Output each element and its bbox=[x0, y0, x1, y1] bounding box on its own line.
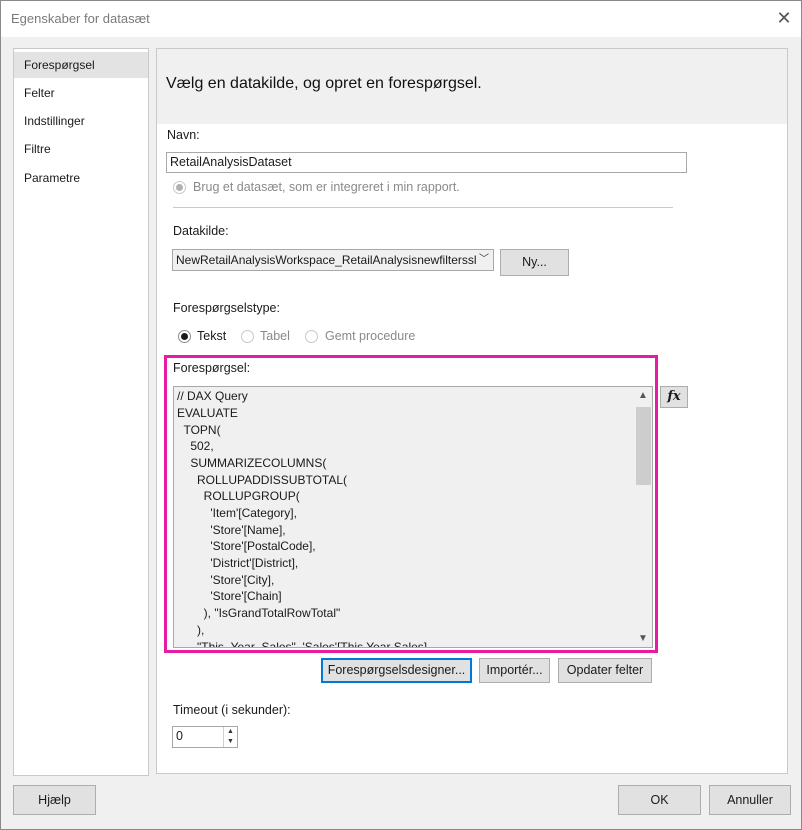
sidebar-item-felter[interactable]: Felter bbox=[14, 80, 148, 106]
datasource-select[interactable]: NewRetailAnalysisWorkspace_RetailAnalysi… bbox=[172, 249, 494, 271]
query-type-stored-procedure-radio bbox=[305, 330, 318, 343]
sidebar-item-parametre[interactable]: Parametre bbox=[14, 165, 148, 191]
title-bar: Egenskaber for datasæt ✕ bbox=[1, 1, 801, 37]
sidebar-nav: Forespørgsel Felter Indstillinger Filtre… bbox=[13, 48, 149, 776]
embedded-dataset-radio bbox=[173, 181, 186, 194]
page-title: Vælg en datakilde, og opret en forespørg… bbox=[166, 75, 482, 92]
close-icon[interactable]: ✕ bbox=[773, 7, 795, 29]
query-line: 'Store'[Chain] bbox=[177, 589, 282, 603]
name-label: Navn: bbox=[167, 128, 200, 142]
name-field[interactable]: RetailAnalysisDataset bbox=[166, 152, 687, 173]
query-type-text-radio[interactable] bbox=[178, 330, 191, 343]
query-line: 'Store'[Name], bbox=[177, 523, 286, 537]
expression-fx-button[interactable]: fx bbox=[660, 386, 688, 408]
scroll-up-icon[interactable]: ▲ bbox=[634, 387, 652, 404]
query-line: ), bbox=[177, 623, 205, 637]
timeout-value: 0 bbox=[176, 729, 183, 743]
window-title: Egenskaber for datasæt bbox=[11, 11, 150, 26]
scrollbar-thumb[interactable] bbox=[636, 407, 651, 485]
query-label: Forespørgsel: bbox=[173, 361, 251, 375]
query-scrollbar[interactable]: ▲ ▼ bbox=[634, 387, 652, 647]
timeout-label: Timeout (i sekunder): bbox=[173, 703, 291, 717]
datasource-value: NewRetailAnalysisWorkspace_RetailAnalysi… bbox=[176, 253, 477, 267]
query-type-label: Forespørgselstype: bbox=[173, 301, 280, 315]
help-button[interactable]: Hjælp bbox=[13, 785, 96, 815]
spinner-buttons: ▲ ▼ bbox=[223, 727, 237, 747]
query-line: "This_Year_Sales", 'Sales'[This Year Sal… bbox=[177, 640, 428, 648]
embedded-dataset-label: Brug et datasæt, som er integreret i min… bbox=[193, 180, 460, 194]
query-line: SUMMARIZECOLUMNS( bbox=[177, 456, 327, 470]
chevron-down-icon: ﹀ bbox=[479, 254, 489, 265]
sidebar-item-forespoergsel[interactable]: Forespørgsel bbox=[14, 52, 148, 78]
query-line: EVALUATE bbox=[177, 406, 238, 420]
refresh-fields-button[interactable]: Opdater felter bbox=[558, 658, 652, 683]
cancel-button[interactable]: Annuller bbox=[709, 785, 791, 815]
dataset-properties-dialog: Egenskaber for datasæt ✕ Forespørgsel Fe… bbox=[0, 0, 802, 830]
query-line: // DAX Query bbox=[177, 389, 248, 403]
timeout-stepper[interactable]: 0 ▲ ▼ bbox=[172, 726, 238, 748]
ok-button[interactable]: OK bbox=[618, 785, 701, 815]
query-type-table-label: Tabel bbox=[260, 329, 290, 343]
decrement-icon[interactable]: ▼ bbox=[224, 737, 237, 747]
query-line: 'District'[District], bbox=[177, 556, 299, 570]
datasource-label: Datakilde: bbox=[173, 224, 229, 238]
query-type-table-radio bbox=[241, 330, 254, 343]
increment-icon[interactable]: ▲ bbox=[224, 727, 237, 737]
query-line: TOPN( bbox=[177, 423, 221, 437]
query-type-stored-procedure-label: Gemt procedure bbox=[325, 329, 416, 343]
query-line: ROLLUPGROUP( bbox=[177, 489, 300, 503]
query-line: 'Store'[PostalCode], bbox=[177, 539, 316, 553]
query-line: ROLLUPADDISSUBTOTAL( bbox=[177, 473, 348, 487]
query-line: 'Item'[Category], bbox=[177, 506, 297, 520]
sidebar-item-indstillinger[interactable]: Indstillinger bbox=[14, 108, 148, 134]
query-line: 502, bbox=[177, 439, 214, 453]
new-datasource-button[interactable]: Ny... bbox=[500, 249, 569, 276]
scroll-down-icon[interactable]: ▼ bbox=[634, 630, 652, 647]
query-textarea[interactable]: // DAX Query EVALUATE TOPN( 502, SUMMARI… bbox=[173, 386, 653, 648]
query-line: ), "IsGrandTotalRowTotal" bbox=[177, 606, 341, 620]
query-line: 'Store'[City], bbox=[177, 573, 275, 587]
divider bbox=[173, 207, 673, 208]
sidebar-item-filtre[interactable]: Filtre bbox=[14, 136, 148, 162]
panel-header: Vælg en datakilde, og opret en forespørg… bbox=[157, 49, 787, 124]
import-button[interactable]: Importér... bbox=[479, 658, 550, 683]
query-designer-button[interactable]: Forespørgselsdesigner... bbox=[321, 658, 472, 683]
query-type-text-label: Tekst bbox=[197, 329, 227, 343]
